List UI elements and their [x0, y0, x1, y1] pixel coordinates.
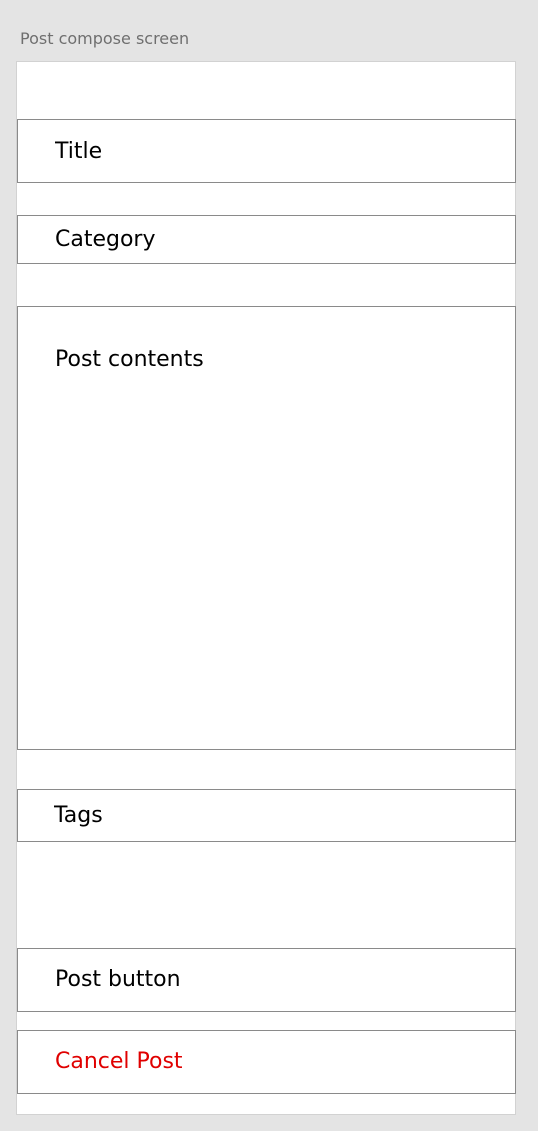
post-contents-textarea[interactable]: [17, 306, 516, 750]
post-button-label: Post button: [55, 967, 181, 992]
post-button[interactable]: Post button: [17, 948, 516, 1012]
screen-label: Post compose screen: [20, 29, 190, 48]
category-input[interactable]: [17, 215, 516, 264]
tags-input[interactable]: [17, 789, 516, 842]
title-input[interactable]: [17, 119, 516, 183]
cancel-post-button-label: Cancel Post: [55, 1049, 183, 1074]
cancel-post-button[interactable]: Cancel Post: [17, 1030, 516, 1094]
